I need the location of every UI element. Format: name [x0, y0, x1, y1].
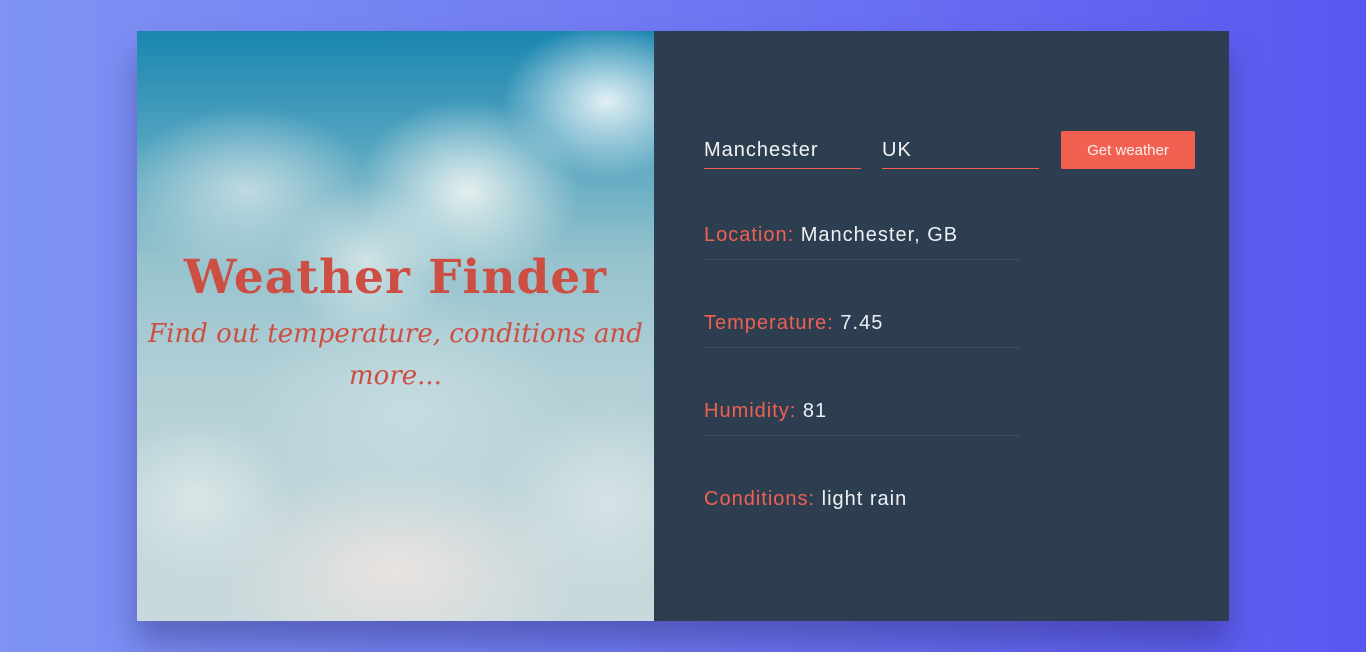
divider [704, 259, 1019, 260]
city-input-value: Manchester [704, 139, 819, 161]
weather-panel: Manchester UK Get weather Location: Manc… [654, 31, 1229, 621]
conditions-value: light rain [821, 488, 908, 510]
country-input-value: UK [882, 139, 912, 161]
city-input[interactable]: Manchester [704, 134, 861, 169]
hero-cloud-image: Weather Finder Find out temperature, con… [137, 31, 654, 621]
weather-card: Weather Finder Find out temperature, con… [137, 31, 1229, 621]
location-label: Location: [704, 224, 795, 246]
page-title: Weather Finder [183, 250, 608, 305]
humidity-value: 81 [802, 400, 828, 422]
divider [704, 435, 1019, 436]
humidity-label: Humidity: [704, 400, 797, 422]
page-subtitle: Find out temperature, conditions and mor… [148, 319, 643, 391]
location-value: Manchester, GB [800, 224, 959, 246]
temperature-value: 7.45 [840, 312, 884, 334]
conditions-label: Conditions: [704, 488, 816, 510]
country-input[interactable]: UK [882, 134, 1039, 169]
result-conditions: Conditions: light rain [704, 485, 1019, 573]
divider [704, 347, 1019, 348]
result-temperature: Temperature: 7.45 [704, 309, 1019, 397]
hero-text: Weather Finder Find out temperature, con… [137, 249, 654, 397]
temperature-label: Temperature: [704, 312, 834, 334]
get-weather-button[interactable]: Get weather [1061, 131, 1195, 169]
result-humidity: Humidity: 81 [704, 397, 1019, 485]
result-location: Location: Manchester, GB [704, 221, 1019, 309]
